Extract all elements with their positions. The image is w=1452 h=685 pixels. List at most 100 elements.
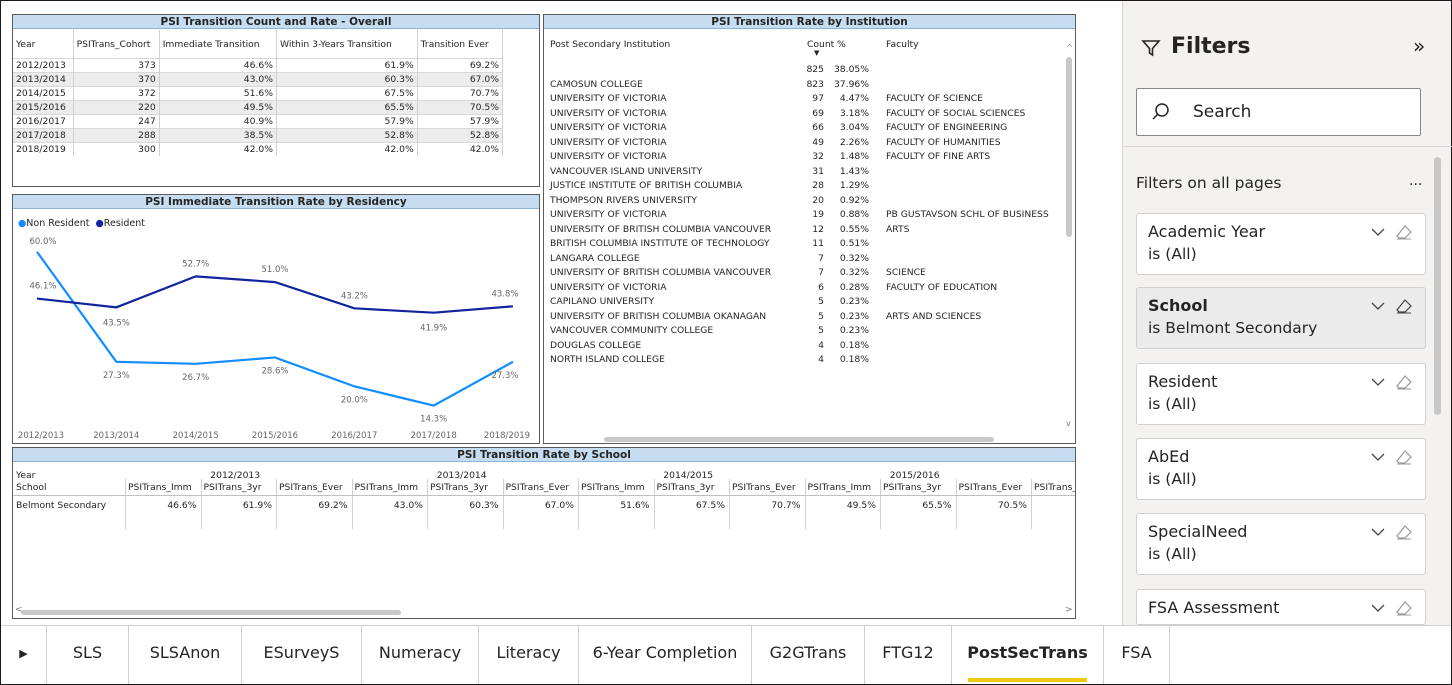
table-row[interactable]: CAMOSUN COLLEGE 823 37.96% xyxy=(544,78,1069,92)
school-matrix-visual[interactable]: PSI Transition Rate by School Year School… xyxy=(12,447,1076,619)
collapse-pane-icon[interactable]: » xyxy=(1413,34,1425,58)
scroll-right-icon[interactable]: > xyxy=(1065,605,1073,615)
table-row[interactable]: 825 38.05% xyxy=(544,63,1069,77)
series-line-resident[interactable] xyxy=(36,275,514,314)
col-header-count[interactable]: Count xyxy=(807,39,834,50)
x-tick-label: 2012/2013 xyxy=(18,431,64,441)
table-row[interactable]: UNIVERSITY OF VICTORIA 66 3.04% FACULTY OF … xyxy=(544,121,1069,135)
tab-g2gtrans[interactable]: G2GTrans xyxy=(752,626,865,684)
table-row[interactable]: UNIVERSITY OF VICTORIA 32 1.48% FACULTY OF … xyxy=(544,150,1069,164)
col-header-immediate[interactable]: Immediate Transition xyxy=(159,30,277,58)
more-options-icon[interactable]: ... xyxy=(1409,173,1422,189)
matrix-year-header: 2013/2014 xyxy=(436,470,487,481)
chevron-down-icon[interactable] xyxy=(1369,599,1387,617)
table-row[interactable]: UNIVERSITY OF VICTORIA 49 2.26% FACULTY OF … xyxy=(544,136,1069,150)
table-row[interactable]: 2016/2017 247 40.9% 57.9% 57.9% xyxy=(13,113,504,128)
chevron-down-icon[interactable] xyxy=(1369,448,1387,466)
chevron-down-icon[interactable] xyxy=(1369,523,1387,541)
filter-card[interactable]: Academic Year is (All) xyxy=(1136,213,1426,275)
table-cell: CAMOSUN COLLEGE xyxy=(550,78,643,90)
tab-postsectrans[interactable]: PostSecTrans xyxy=(952,626,1104,684)
col-header-cohort[interactable]: PSITrans_Cohort xyxy=(73,30,160,58)
eraser-icon[interactable] xyxy=(1395,448,1413,466)
tab-slsanon[interactable]: SLSAnon xyxy=(129,626,242,684)
table-row[interactable]: JUSTICE INSTITUTE OF BRITISH COLUMBIA 28 1… xyxy=(544,179,1069,193)
col-header-3yr[interactable]: Within 3-Years Transition xyxy=(276,30,418,58)
data-label: 41.9% xyxy=(420,324,447,334)
table-row[interactable]: CAPILANO UNIVERSITY 5 0.23% xyxy=(544,295,1069,309)
table-cell: UNIVERSITY OF VICTORIA xyxy=(550,281,667,293)
table-row[interactable]: BRITISH COLUMBIA INSTITUTE OF TECHNOLOGY… xyxy=(544,237,1069,251)
table-row[interactable]: NORTH ISLAND COLLEGE 4 0.18% xyxy=(544,353,1069,367)
table-row[interactable]: VANCOUVER COMMUNITY COLLEGE 5 0.23% xyxy=(544,324,1069,338)
table-cell: 11 xyxy=(812,238,824,249)
tab-sls[interactable]: SLS xyxy=(47,626,129,684)
residency-chart-visual[interactable]: PSI Immediate Transition Rate by Residen… xyxy=(12,194,540,444)
scroll-down-icon[interactable]: v xyxy=(1066,419,1071,428)
tab-ftg12[interactable]: FTG12 xyxy=(865,626,952,684)
table-row[interactable]: 2018/2019 300 42.0% 42.0% 42.0% xyxy=(13,141,504,156)
table-row[interactable]: UNIVERSITY OF VICTORIA 6 0.28% FACULTY OF E… xyxy=(544,281,1069,295)
matrix-value-cell: 67.0% xyxy=(544,500,574,511)
table-cell: UNIVERSITY OF VICTORIA xyxy=(550,93,667,104)
table-row[interactable]: LANGARA COLLEGE 7 0.32% xyxy=(544,252,1069,266)
filter-card[interactable]: Resident is (All) xyxy=(1136,363,1426,425)
chevron-down-icon[interactable] xyxy=(1369,223,1387,241)
school-matrix-title: PSI Transition Rate by School xyxy=(13,448,1075,462)
filter-card[interactable]: School is Belmont Secondary xyxy=(1136,287,1426,349)
institution-scrollbar[interactable] xyxy=(1066,57,1072,237)
table-row[interactable]: UNIVERSITY OF BRITISH COLUMBIA OKANAGAN 5… xyxy=(544,310,1069,324)
eraser-icon[interactable] xyxy=(1395,297,1413,315)
filter-card[interactable]: FSA Assessment xyxy=(1136,589,1426,625)
matrix-measure-header: PSITrans_Ever xyxy=(279,482,343,493)
table-row[interactable]: 2012/2013 373 46.6% 61.9% 69.2% xyxy=(13,57,504,72)
table-row[interactable]: UNIVERSITY OF VICTORIA 97 4.47% FACULTY OF … xyxy=(544,92,1069,106)
table-row[interactable]: VANCOUVER ISLAND UNIVERSITY 31 1.43% xyxy=(544,165,1069,179)
eraser-icon[interactable] xyxy=(1395,373,1413,391)
tab-literacy[interactable]: Literacy xyxy=(479,626,579,684)
table-cell: 2013/2014 xyxy=(13,71,74,86)
data-label: 27.3% xyxy=(491,371,518,381)
table-row[interactable]: 2014/2015 372 51.6% 67.5% 70.7% xyxy=(13,85,504,100)
overall-table-visual[interactable]: PSI Transition Count and Rate - Overall … xyxy=(12,14,540,187)
table-cell: 97 xyxy=(812,93,824,104)
table-row[interactable]: DOUGLAS COLLEGE 4 0.18% xyxy=(544,339,1069,353)
tab-6-year-completion[interactable]: 6-Year Completion xyxy=(579,626,752,684)
table-row[interactable]: UNIVERSITY OF VICTORIA 19 0.88% PB GUSTAVSO… xyxy=(544,208,1069,222)
tab-numeracy[interactable]: Numeracy xyxy=(362,626,479,684)
tab-esurveys[interactable]: ESurveyS xyxy=(242,626,362,684)
eraser-icon[interactable] xyxy=(1395,599,1413,617)
table-cell: 46.6% xyxy=(159,57,277,72)
filter-search-box[interactable]: Search xyxy=(1136,88,1421,136)
eraser-icon[interactable] xyxy=(1395,223,1413,241)
chevron-down-icon[interactable] xyxy=(1369,373,1387,391)
table-cell: 0.32% xyxy=(839,267,869,278)
chevron-down-icon[interactable] xyxy=(1369,297,1387,315)
table-cell: 247 xyxy=(73,113,160,128)
table-row[interactable]: 2015/2016 220 49.5% 65.5% 70.5% xyxy=(13,99,504,114)
tab-fsa[interactable]: FSA xyxy=(1104,626,1170,684)
tabs-scroll-icon[interactable]: ▶ xyxy=(1,626,47,684)
scroll-left-icon[interactable]: < xyxy=(15,605,23,615)
table-cell: 2.26% xyxy=(839,136,869,148)
table-row[interactable]: UNIVERSITY OF BRITISH COLUMBIA VANCOUVER… xyxy=(544,223,1069,237)
table-row[interactable]: UNIVERSITY OF VICTORIA 69 3.18% FACULTY OF … xyxy=(544,107,1069,121)
table-row[interactable]: 2017/2018 288 38.5% 52.8% 52.8% xyxy=(13,127,504,142)
eraser-icon[interactable] xyxy=(1395,523,1413,541)
filter-card[interactable]: AbEd is (All) xyxy=(1136,438,1426,500)
institution-hscrollbar[interactable] xyxy=(604,437,994,442)
col-header-ever[interactable]: Transition Ever xyxy=(417,30,504,58)
institution-table-title: PSI Transition Rate by Institution xyxy=(544,15,1075,29)
col-header-pct[interactable]: % xyxy=(837,39,846,50)
col-header-institution[interactable]: Post Secondary Institution xyxy=(550,39,670,50)
table-row[interactable]: 2013/2014 370 43.0% 60.3% 67.0% xyxy=(13,71,504,86)
col-header-year[interactable]: Year xyxy=(13,30,74,58)
filters-scrollbar[interactable] xyxy=(1434,157,1441,415)
school-hscrollbar[interactable] xyxy=(21,610,401,615)
institution-table-visual[interactable]: PSI Transition Rate by Institution Post … xyxy=(543,14,1076,444)
col-header-faculty[interactable]: Faculty xyxy=(886,39,919,50)
table-row[interactable]: THOMPSON RIVERS UNIVERSITY 20 0.92% xyxy=(544,194,1069,208)
scroll-up-icon[interactable]: ^ xyxy=(1066,43,1073,52)
filter-card[interactable]: SpecialNeed is (All) xyxy=(1136,513,1426,575)
table-row[interactable]: UNIVERSITY OF BRITISH COLUMBIA VANCOUVER… xyxy=(544,266,1069,280)
